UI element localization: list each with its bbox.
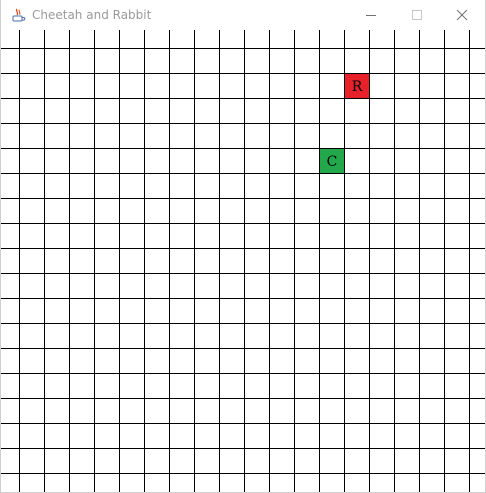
board-background xyxy=(1,30,485,492)
rabbit-piece[interactable]: R xyxy=(345,74,369,98)
maximize-button[interactable] xyxy=(394,0,440,30)
app-window: Cheetah and Rabbit RC xyxy=(0,0,486,493)
minimize-button[interactable] xyxy=(348,0,394,30)
minimize-icon xyxy=(366,15,376,16)
piece-label: R xyxy=(352,79,363,95)
piece-label: C xyxy=(327,154,338,170)
java-cup-icon xyxy=(10,7,26,23)
grid-canvas[interactable]: RC xyxy=(1,30,485,492)
close-button[interactable] xyxy=(439,0,485,30)
maximize-icon xyxy=(412,10,422,20)
title-bar[interactable]: Cheetah and Rabbit xyxy=(1,0,485,30)
cheetah-piece[interactable]: C xyxy=(320,149,344,173)
window-title: Cheetah and Rabbit xyxy=(32,8,152,22)
game-board[interactable]: RC xyxy=(1,30,485,492)
close-icon xyxy=(456,9,468,21)
